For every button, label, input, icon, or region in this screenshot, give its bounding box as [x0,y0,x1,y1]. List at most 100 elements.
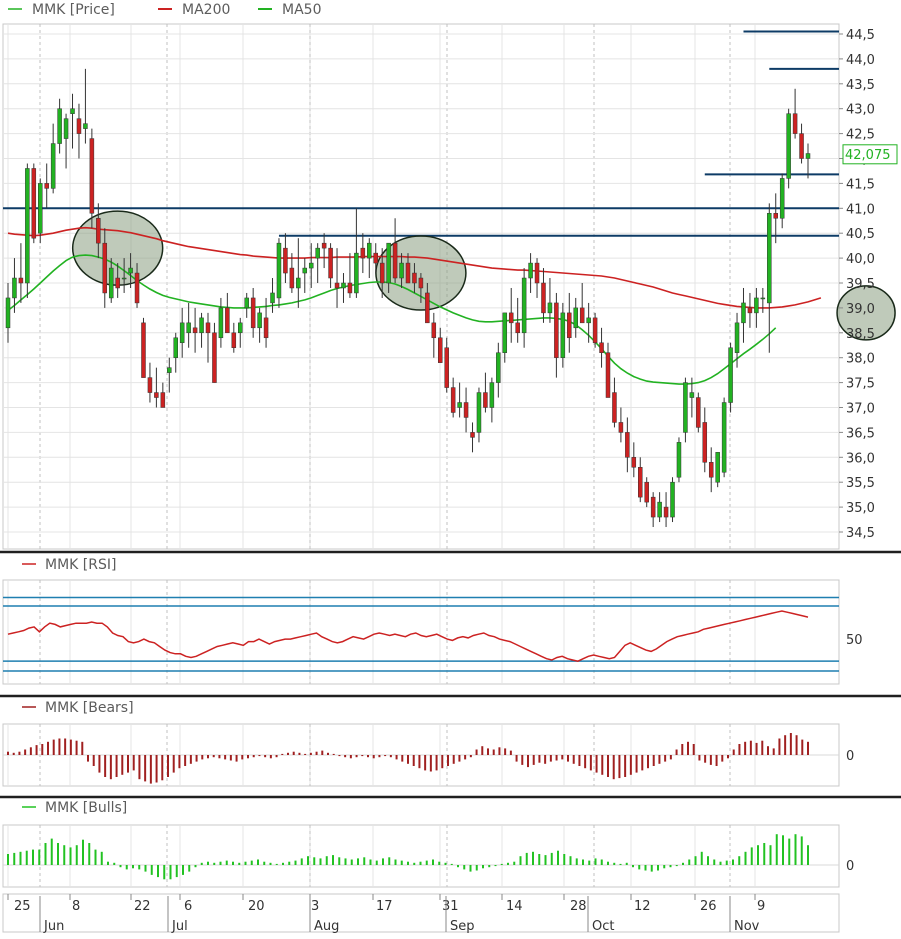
candle-body [734,322,740,353]
x-tick-label: 28 [570,899,587,914]
month-label: Oct [592,919,614,934]
candle-body [457,402,462,408]
price-panel: 34,5 35,0 35,5 36,0 36,5 37,0 37,5 38,0 38,5 39,0… [2,2,898,550]
candle-body [605,352,611,398]
candle-body [508,312,514,324]
candle-body [670,481,675,518]
y-tick-label: 36,5 [846,426,875,441]
last-price-box: 42,075 [842,144,898,165]
candle-body [31,168,37,239]
candle-body [767,213,772,304]
candle-body [179,322,185,344]
candle-body [547,302,553,314]
y-tick-label: 43,0 [846,103,875,118]
candle-body [754,297,759,314]
candle [715,452,720,488]
candle-body [676,442,682,478]
candle-body [779,178,785,219]
candle-body [192,327,198,334]
candle-body [315,247,320,259]
candle-body [444,347,449,388]
candle-body [689,392,695,398]
candle-body [425,292,430,324]
candle-body [276,242,282,299]
candle-body [121,277,127,280]
candle-body [579,307,585,324]
candle-body [760,297,766,300]
candle [89,128,95,229]
candle-body [283,247,288,274]
candle [721,397,727,478]
candle-body [205,322,211,334]
y-tick-label: 44,0 [846,53,875,68]
candle-body [599,342,604,353]
candle [786,108,791,189]
candle-body [696,397,701,428]
month-label: Jul [171,919,188,934]
y-tick-label: 39,0 [846,302,875,317]
y-tick-label: 38,5 [846,327,875,342]
candle-body [76,118,82,134]
candle-body [128,267,133,274]
candle-body [167,367,172,373]
month-label: Aug [314,919,339,934]
candle-body [70,108,75,114]
candle-body [5,297,11,329]
y-tick-label: 41,5 [846,177,875,192]
candle-body [238,322,243,334]
x-tick-label: 20 [248,899,265,914]
candle-body [412,272,417,284]
bulls-y-tick-0: 0 [846,859,854,874]
candle-body [463,402,469,418]
candle-body [38,183,43,234]
candle-body [302,267,308,274]
candle-body [792,113,798,134]
candle-body [231,332,237,348]
candle-body [186,322,191,334]
y-tick-label: 34,5 [846,526,875,541]
candle-body [483,392,488,408]
month-label: Nov [734,919,760,934]
candle-body [250,297,256,329]
candle-body [625,432,630,458]
candle [728,342,733,413]
candle-body [225,307,230,334]
candle-body [612,392,617,423]
candle-body [334,282,340,289]
candle-body [515,322,520,334]
candle-body [115,277,120,289]
candle-body [418,277,424,289]
candle-body [702,422,708,463]
candle-body [321,242,327,249]
candle-body [360,247,366,259]
candle-body [573,307,578,329]
y-tick-label: 44,5 [846,28,875,43]
y-tick-label: 42,5 [846,128,875,143]
candle-body [63,118,69,139]
y-tick-label: 43,5 [846,78,875,93]
candle-body [96,218,101,244]
candle-body [102,242,108,294]
candle [592,312,598,348]
candle-body [618,422,624,433]
month-label: Sep [450,919,475,934]
candle-body [528,262,533,279]
month-label: Jun [43,919,64,934]
candle-body [108,267,114,299]
x-tick-label: 9 [757,899,765,914]
candle-body [12,277,17,299]
candle-body [147,377,153,393]
candle-body [367,242,372,259]
candle-body [244,297,249,309]
candle-body [296,277,301,289]
x-tick-label: 12 [634,899,651,914]
candle-body [476,392,482,433]
candle-body [212,332,217,383]
x-tick-label: 8 [72,899,80,914]
stock-chart-window: 34,5 35,0 35,5 36,0 36,5 37,0 37,5 38,0 38,5 39,0… [0,0,901,935]
x-tick-label: 22 [134,899,151,914]
candle-body [631,457,637,468]
candle-body [502,312,508,353]
candle-body [141,322,146,378]
candle [670,477,675,523]
